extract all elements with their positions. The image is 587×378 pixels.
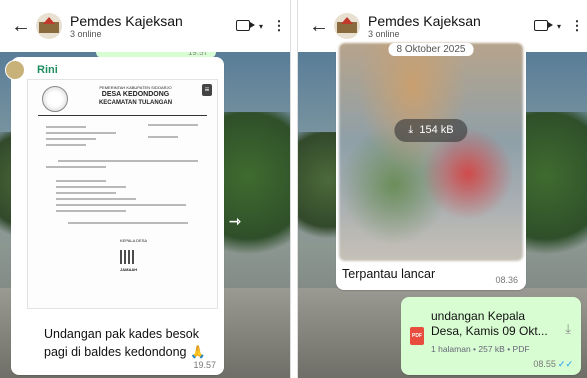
message-time: 19.57 bbox=[193, 360, 216, 370]
letter-text-line bbox=[46, 126, 86, 128]
pdf-file-name: undangan Kepala Desa, Kamis 09 Okt... bbox=[431, 309, 548, 338]
video-call-button[interactable] bbox=[530, 19, 553, 34]
pdf-file-icon: PDF bbox=[410, 327, 424, 345]
group-info[interactable]: Pemdes Kajeksan 3 online bbox=[70, 13, 232, 39]
back-arrow-icon[interactable]: ← bbox=[304, 15, 334, 38]
signature-name: JAMAAH bbox=[120, 267, 138, 272]
message-caption: Undangan pak kades besok pagi di baldes … bbox=[44, 327, 206, 359]
group-info[interactable]: Pemdes Kajeksan 3 online bbox=[368, 13, 530, 39]
chat-screen-right: ← Pemdes Kajeksan 3 online ▾ ⋮ 8 Oktober… bbox=[297, 0, 587, 378]
back-arrow-icon[interactable]: ← bbox=[6, 15, 36, 38]
letter-text-line bbox=[56, 198, 136, 200]
letter-text-line bbox=[56, 204, 186, 206]
qr-code-icon bbox=[120, 250, 134, 264]
online-status: 3 online bbox=[70, 29, 102, 39]
chat-header: ← Pemdes Kajeksan 3 online ▾ ⋮ bbox=[0, 0, 290, 52]
chat-screen-left: 19.57 ← Pemdes Kajeksan 3 online ▾ ⋮ Rin… bbox=[0, 0, 291, 378]
download-icon: ⤓ bbox=[408, 124, 414, 136]
letter-text-line bbox=[148, 124, 198, 126]
message-bubble-rini[interactable]: Rini ≡ PEMERINTAH KABUPATEN SIDOARJO DES… bbox=[5, 57, 224, 375]
read-receipt-icon: ✓✓ bbox=[557, 359, 573, 369]
forward-icon[interactable]: ⇾ bbox=[229, 213, 241, 230]
pdf-file-meta: 1 halaman • 257 kB • PDF bbox=[431, 344, 530, 354]
letter-text-line bbox=[68, 222, 188, 224]
download-icon[interactable]: ⤓ bbox=[565, 321, 571, 337]
online-status: 3 online bbox=[368, 29, 400, 39]
group-avatar[interactable] bbox=[36, 13, 62, 39]
letter-text-line bbox=[56, 192, 116, 194]
letter-text-line bbox=[46, 144, 86, 146]
letterhead-line2: DESA KEDONDONG bbox=[101, 91, 170, 98]
call-dropdown-icon[interactable]: ▾ bbox=[254, 22, 268, 31]
letter-text-line bbox=[46, 138, 96, 140]
signature-title: KEPALA DESA bbox=[120, 238, 148, 243]
letterhead-divider bbox=[38, 115, 207, 116]
letter-text-line bbox=[56, 210, 126, 212]
pdf-message-bubble[interactable]: PDF undangan Kepala Desa, Kamis 09 Okt..… bbox=[401, 297, 581, 375]
download-size: 154 kB bbox=[419, 124, 454, 136]
image-time: 08.36 bbox=[495, 275, 518, 285]
more-options-icon[interactable]: ⋮ bbox=[566, 18, 587, 34]
image-message-bubble[interactable]: 8 Oktober 2025 ⤓ 154 kB Terpantau lancar… bbox=[336, 40, 526, 290]
video-call-icon bbox=[236, 19, 255, 31]
regency-seal-icon bbox=[42, 86, 68, 112]
letter-text-line bbox=[58, 160, 198, 162]
letterhead-line1: PEMERINTAH KABUPATEN SIDOARJO bbox=[99, 85, 172, 90]
video-call-button[interactable] bbox=[232, 19, 255, 34]
letter-text-line bbox=[46, 166, 106, 168]
date-separator: 8 Oktober 2025 bbox=[388, 43, 474, 56]
letter-image[interactable]: ≡ PEMERINTAH KABUPATEN SIDOARJO DESA KED… bbox=[27, 79, 218, 309]
call-dropdown-icon[interactable]: ▾ bbox=[552, 22, 566, 31]
letter-text-line bbox=[46, 132, 116, 134]
sender-avatar bbox=[5, 60, 25, 80]
download-button[interactable]: ⤓ 154 kB bbox=[394, 119, 468, 142]
blurred-image-preview[interactable] bbox=[339, 43, 523, 261]
more-options-icon[interactable]: ⋮ bbox=[268, 18, 290, 34]
group-name: Pemdes Kajeksan bbox=[70, 13, 183, 29]
group-avatar[interactable] bbox=[334, 13, 360, 39]
letter-text-line bbox=[56, 180, 106, 182]
letterhead-line3: KECAMATAN TULANGAN bbox=[98, 100, 173, 106]
letter-text-line bbox=[148, 136, 178, 138]
image-caption: Terpantau lancar bbox=[342, 267, 436, 281]
group-name: Pemdes Kajeksan bbox=[368, 13, 481, 29]
letter-text-line bbox=[56, 186, 126, 188]
video-call-icon bbox=[534, 19, 553, 31]
image-menu-icon[interactable]: ≡ bbox=[202, 84, 212, 96]
sender-name: Rini bbox=[37, 64, 58, 76]
pdf-time: 08.55 ✓✓ bbox=[533, 359, 573, 369]
